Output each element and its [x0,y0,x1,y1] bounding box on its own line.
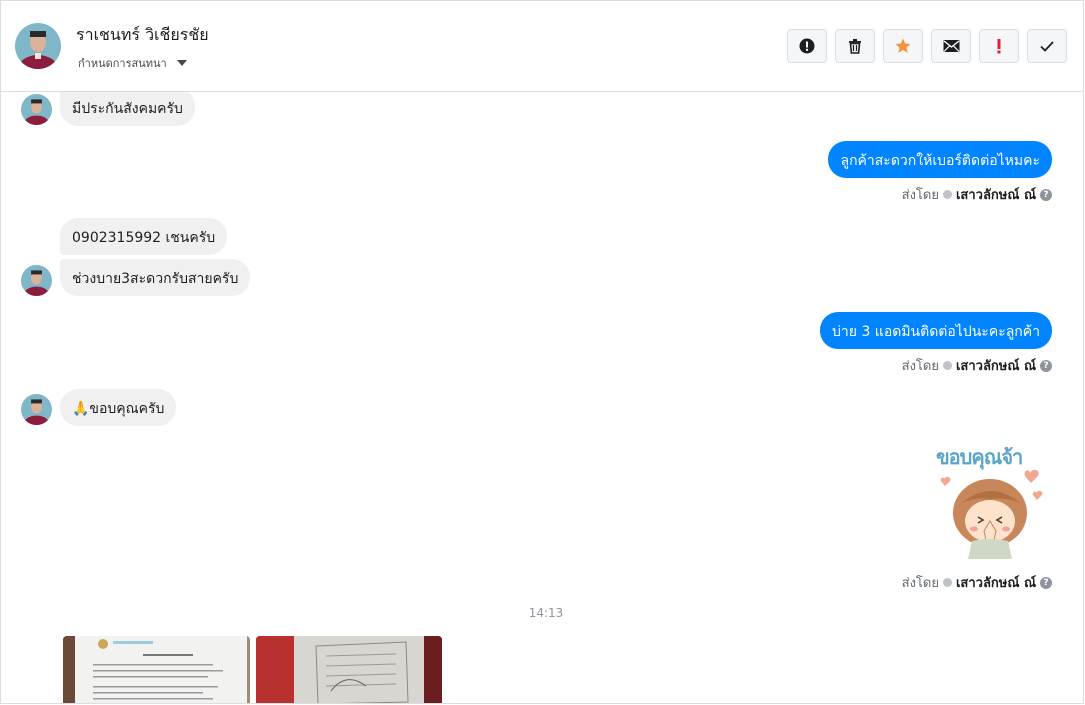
help-icon[interactable]: ? [1040,188,1052,201]
conversation-header: ราเชนทร์ วิเชียรชัย กำหนดการสนทนา [1,1,1083,92]
caret-down-icon [176,60,187,66]
help-icon[interactable]: ? [1040,359,1052,372]
conversation-panel: ราเชนทร์ วิเชียรชัย กำหนดการสนทนา มีประก… [0,0,1084,704]
contact-name[interactable]: ราเชนทร์ วิเชียรชัย [76,23,209,48]
incoming-message[interactable]: ช่วงบาย3สะดวกรับสายครับ [60,259,251,296]
star-icon [895,38,911,53]
outgoing-message[interactable]: บ่าย 3 แอดมินติดต่อไปนะคะลูกค้า [820,312,1052,349]
contact-avatar[interactable] [15,23,61,69]
conversation-settings-label: กำหนดการสนทนา [78,57,167,70]
message-timestamp: 14:13 [528,606,564,620]
sent-by-agent[interactable]: เสาวลักษณ์ ณ์ [956,184,1036,205]
verified-icon [942,361,952,370]
important-button[interactable] [979,29,1019,63]
sent-by-line: ส่งโดย เสาวลักษณ์ ณ์ ? [902,184,1052,205]
contact-avatar-small [21,94,52,125]
verified-icon [942,578,952,587]
sent-by-agent[interactable]: เสาวลักษณ์ ณ์ [956,355,1036,376]
envelope-icon [943,40,959,52]
exclamation-icon [997,39,1001,54]
conversation-settings-dropdown[interactable]: กำหนดการสนทนา [78,54,187,72]
report-spam-button[interactable] [787,29,827,63]
contact-avatar-small [21,265,52,296]
contact-avatar-small [21,394,52,425]
sent-by-agent[interactable]: เสาวลักษณ์ ณ์ [956,572,1036,593]
sent-by-line: ส่งโดย เสาวลักษณ์ ณ์ ? [902,355,1052,376]
sent-by-prefix: ส่งโดย [901,359,939,374]
message-thread[interactable]: มีประกันสังคมครับ ลูกค้าสะดวกให้เบอร์ติด… [1,92,1083,703]
delete-button[interactable] [835,29,875,63]
incoming-message[interactable]: 0902315992 เชนครับ [60,218,228,255]
help-icon[interactable]: ? [1040,576,1052,589]
header-actions [787,29,1067,63]
incoming-message[interactable]: มีประกันสังคมครับ [60,92,195,126]
verified-icon [942,190,952,199]
outgoing-message[interactable]: ลูกค้าสะดวกให้เบอร์ติดต่อไหมคะ [828,141,1052,178]
mark-done-button[interactable] [1027,29,1067,63]
thank-you-girl-sticker-icon [940,469,1043,559]
sticker-message[interactable]: ขอบคุณจ้า [932,441,1052,563]
photo-attachment[interactable] [256,636,442,703]
incoming-message[interactable]: 🙏ขอบคุณครับ [60,389,177,426]
checkmark-icon [1040,41,1054,52]
photo-attachment[interactable] [63,636,250,703]
trash-icon [849,39,861,54]
sent-by-prefix: ส่งโดย [901,188,939,203]
mail-button[interactable] [931,29,971,63]
star-button[interactable] [883,29,923,63]
sent-by-prefix: ส่งโดย [901,576,939,591]
sent-by-line: ส่งโดย เสาวลักษณ์ ณ์ ? [902,572,1052,593]
alert-circle-icon [799,38,815,54]
